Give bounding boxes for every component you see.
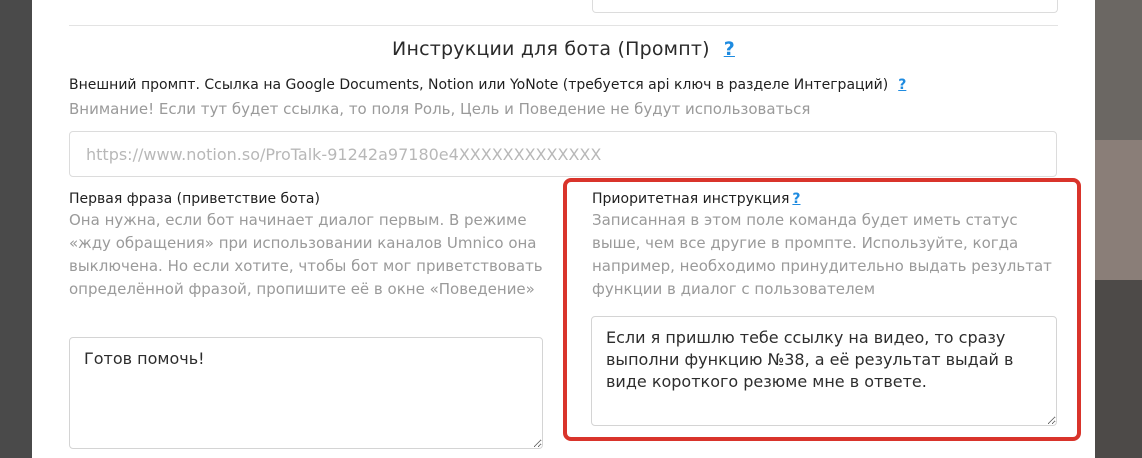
background-photo: [1095, 280, 1142, 458]
first-phrase-label: Первая фраза (приветствие бота): [69, 191, 320, 207]
priority-instruction-label-text: Приоритетная инструкция: [592, 191, 790, 207]
external-prompt-help-link[interactable]: ?: [898, 77, 906, 93]
first-phrase-textarea[interactable]: Готов помочь!: [69, 337, 543, 449]
bot-settings-modal: Инструкции для бота (Промпт)? Внешний пр…: [32, 0, 1095, 458]
first-phrase-hint: Она нужна, если бот начинает диалог перв…: [69, 211, 543, 298]
priority-instruction-label: Приоритетная инструкция?: [592, 191, 1062, 207]
external-prompt-hint: Внимание! Если тут будет ссылка, то поля…: [69, 100, 811, 118]
section-divider: [69, 25, 1058, 26]
background-photo: [1095, 140, 1142, 280]
section-help-link[interactable]: ?: [724, 38, 735, 60]
external-prompt-input[interactable]: [69, 131, 1057, 177]
page-backdrop-right: [1095, 0, 1142, 458]
priority-instruction-textarea[interactable]: Если я пришлю тебе ссылку на видео, то с…: [591, 316, 1057, 426]
background-photo: [1095, 0, 1142, 140]
page-backdrop-left: [0, 0, 32, 458]
first-phrase-block: Первая фраза (приветствие бота) Она нужн…: [69, 191, 544, 301]
external-prompt-label-text: Внешний промпт. Ссылка на Google Documen…: [69, 77, 889, 93]
previous-field[interactable]: [592, 0, 1058, 13]
external-prompt-label: Внешний промпт. Ссылка на Google Documen…: [69, 77, 1059, 93]
priority-instruction-help-link[interactable]: ?: [792, 191, 800, 207]
section-title-text: Инструкции для бота (Промпт): [392, 38, 710, 60]
priority-instruction-block: Приоритетная инструкция? Записанная в эт…: [592, 191, 1062, 301]
priority-instruction-hint: Записанная в этом поле команда будет име…: [592, 211, 1052, 298]
section-title: Инструкции для бота (Промпт)?: [32, 38, 1095, 60]
